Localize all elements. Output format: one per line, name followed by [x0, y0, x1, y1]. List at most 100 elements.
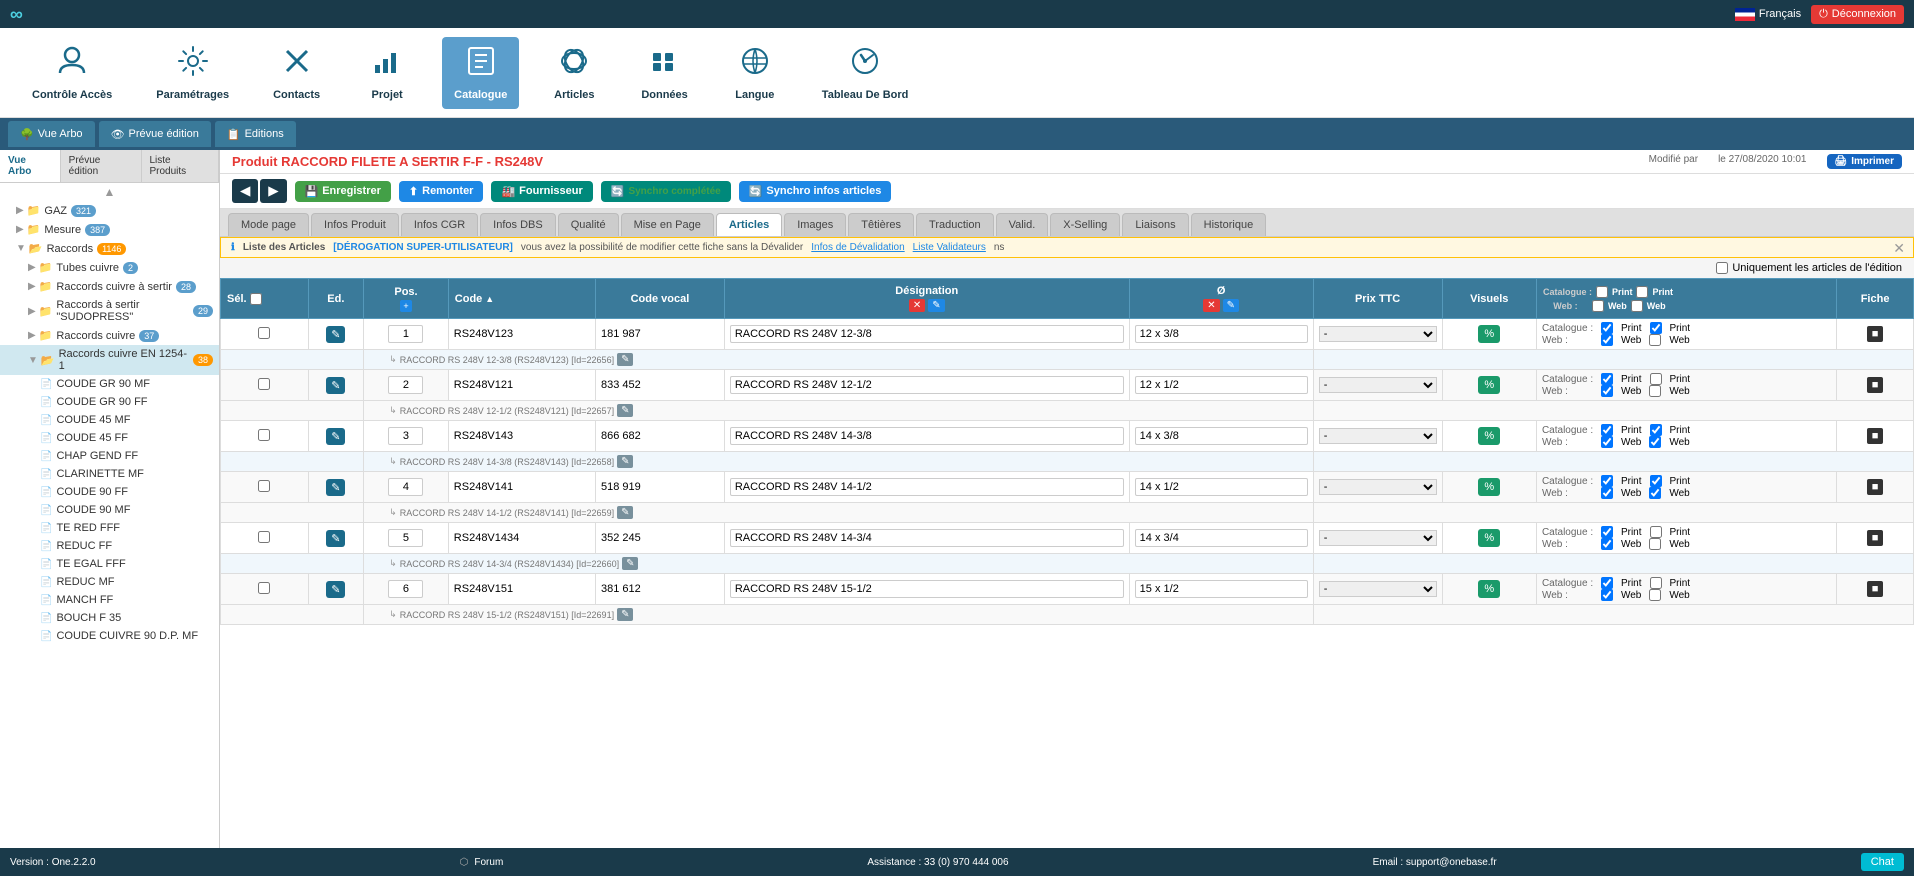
- cat-check-5[interactable]: [1601, 577, 1613, 589]
- tab-articles[interactable]: Articles: [716, 213, 782, 236]
- sidebar-item-coude-gr90-ff[interactable]: 📄 COUDE GR 90 FF: [0, 393, 219, 411]
- sidebar-item-mesure[interactable]: ▶ 📁 Mesure 387: [0, 220, 219, 239]
- synchro-infos-button[interactable]: 🔄 Synchro infos articles: [739, 181, 892, 202]
- tab-historique[interactable]: Historique: [1191, 213, 1267, 236]
- tab-liaisons[interactable]: Liaisons: [1122, 213, 1188, 236]
- nav-projet[interactable]: Projet: [352, 37, 422, 109]
- row-edit-button-5[interactable]: ✎: [326, 581, 345, 598]
- pos-input-0[interactable]: [388, 325, 423, 343]
- nav-articles[interactable]: Articles: [539, 37, 609, 109]
- desig-edit-button[interactable]: ✎: [928, 299, 944, 312]
- sidebar-item-coude-90-mf[interactable]: 📄 COUDE 90 MF: [0, 501, 219, 519]
- web-check-0[interactable]: [1601, 334, 1613, 346]
- prix-select-3[interactable]: -: [1319, 479, 1437, 495]
- desc-edit-button-4[interactable]: ✎: [622, 557, 638, 570]
- sidebar-item-coude-45-ff[interactable]: 📄 COUDE 45 FF: [0, 429, 219, 447]
- sidebar-item-coude-cuivre[interactable]: 📄 COUDE CUIVRE 90 D.P. MF: [0, 627, 219, 645]
- alert-link1[interactable]: Infos de Dévalidation: [811, 242, 904, 253]
- sel-cat-checkbox[interactable]: [1596, 286, 1608, 298]
- pos-input-3[interactable]: [388, 478, 423, 496]
- chat-button[interactable]: Chat: [1861, 853, 1904, 871]
- desig-input-0[interactable]: [730, 325, 1124, 343]
- dim-edit-button[interactable]: ✎: [1223, 299, 1239, 312]
- row-sel-checkbox-5[interactable]: [258, 582, 270, 594]
- alert-link2[interactable]: Liste Validateurs: [913, 242, 986, 253]
- row-sel-checkbox-3[interactable]: [258, 480, 270, 492]
- sidebar-item-clarinette-mf[interactable]: 📄 CLARINETTE MF: [0, 465, 219, 483]
- desc-edit-button-1[interactable]: ✎: [617, 404, 633, 417]
- fournisseur-button[interactable]: 🏭 Fournisseur: [491, 181, 592, 202]
- sidebar-item-raccords-en1254[interactable]: ▼ 📂 Raccords cuivre EN 1254-1 38: [0, 345, 219, 375]
- cat-check-0[interactable]: [1601, 322, 1613, 334]
- row-edit-button-4[interactable]: ✎: [326, 530, 345, 547]
- print1-check-0[interactable]: [1650, 322, 1662, 334]
- sidebar-item-te-egal-fff[interactable]: 📄 TE EGAL FFF: [0, 555, 219, 573]
- sidebar-item-manch-ff[interactable]: 📄 MANCH FF: [0, 591, 219, 609]
- print1-check-1[interactable]: [1650, 373, 1662, 385]
- web-check-5[interactable]: [1601, 589, 1613, 601]
- dim-input-4[interactable]: [1135, 529, 1308, 547]
- nav-donnees[interactable]: Données: [629, 37, 699, 109]
- sidebar-item-coude-gr90-mf[interactable]: 📄 COUDE GR 90 MF: [0, 375, 219, 393]
- desig-input-5[interactable]: [730, 580, 1124, 598]
- tab-prevue-edition[interactable]: 👁 Prévue édition: [99, 121, 211, 147]
- desc-edit-button-0[interactable]: ✎: [617, 353, 633, 366]
- tab-mode-page[interactable]: Mode page: [228, 213, 309, 236]
- sidebar-item-raccords[interactable]: ▼ 📂 Raccords 1146: [0, 239, 219, 258]
- prev-button[interactable]: ◀: [232, 179, 258, 203]
- sel-web2-checkbox[interactable]: [1631, 300, 1643, 312]
- desig-input-1[interactable]: [730, 376, 1124, 394]
- visuels-button-1[interactable]: %: [1478, 376, 1500, 394]
- row-sel-checkbox-0[interactable]: [258, 327, 270, 339]
- fiche-button-5[interactable]: ■: [1867, 581, 1884, 597]
- nav-parametrages[interactable]: Paramétrages: [144, 37, 241, 109]
- pos-add-button[interactable]: +: [400, 300, 411, 312]
- language-selector[interactable]: Français: [1735, 8, 1801, 21]
- remonter-button[interactable]: ⬆ Remonter: [399, 181, 484, 202]
- cat-check-2[interactable]: [1601, 424, 1613, 436]
- sidebar-item-sudopress[interactable]: ▶ 📁 Raccords à sertir "SUDOPRESS" 29: [0, 296, 219, 326]
- nav-catalogue[interactable]: Catalogue: [442, 37, 519, 109]
- tab-tetieres[interactable]: Têtières: [848, 213, 914, 236]
- sidebar-scroll-up[interactable]: ▲: [0, 183, 219, 201]
- dim-remove-button[interactable]: ✕: [1203, 299, 1219, 312]
- only-edition-checkbox[interactable]: [1716, 262, 1728, 274]
- tab-traduction[interactable]: Traduction: [916, 213, 994, 236]
- cat-check-1[interactable]: [1601, 373, 1613, 385]
- visuels-button-4[interactable]: %: [1478, 529, 1500, 547]
- fiche-button-1[interactable]: ■: [1867, 377, 1884, 393]
- nav-contacts[interactable]: Contacts: [261, 37, 332, 109]
- visuels-button-0[interactable]: %: [1478, 325, 1500, 343]
- tab-editions[interactable]: 📋 Editions: [215, 121, 296, 147]
- desig-input-4[interactable]: [730, 529, 1124, 547]
- print1-check-4[interactable]: [1650, 526, 1662, 538]
- sidebar-item-reduc-ff[interactable]: 📄 REDUC FF: [0, 537, 219, 555]
- disconnect-button[interactable]: ⏻ Déconnexion: [1811, 5, 1904, 24]
- tab-mise-en-page[interactable]: Mise en Page: [621, 213, 714, 236]
- sidebar-tab-prevue-edition[interactable]: Prévue édition: [61, 150, 142, 182]
- desig-input-2[interactable]: [730, 427, 1124, 445]
- nav-langue[interactable]: Langue: [720, 37, 790, 109]
- print1-check-3[interactable]: [1650, 475, 1662, 487]
- sidebar-item-chap-gend-ff[interactable]: 📄 CHAP GEND FF: [0, 447, 219, 465]
- sel-web-checkbox[interactable]: [1592, 300, 1604, 312]
- sidebar-item-coude-45-mf[interactable]: 📄 COUDE 45 MF: [0, 411, 219, 429]
- imprimer-button[interactable]: 🖨 Imprimer: [1827, 154, 1903, 169]
- print1-check-2[interactable]: [1650, 424, 1662, 436]
- tab-x-selling[interactable]: X-Selling: [1050, 213, 1120, 236]
- tab-qualite[interactable]: Qualité: [558, 213, 619, 236]
- visuels-button-5[interactable]: %: [1478, 580, 1500, 598]
- print1-check-5[interactable]: [1650, 577, 1662, 589]
- web-check-2[interactable]: [1601, 436, 1613, 448]
- sidebar-item-coude-90-ff[interactable]: 📄 COUDE 90 FF: [0, 483, 219, 501]
- prix-select-1[interactable]: -: [1319, 377, 1437, 393]
- dim-input-3[interactable]: [1135, 478, 1308, 496]
- dim-input-2[interactable]: [1135, 427, 1308, 445]
- row-edit-button-0[interactable]: ✎: [326, 326, 345, 343]
- row-sel-checkbox-1[interactable]: [258, 378, 270, 390]
- pos-input-5[interactable]: [388, 580, 423, 598]
- alert-close-button[interactable]: ✕: [1893, 240, 1905, 257]
- desig-remove-button[interactable]: ✕: [909, 299, 925, 312]
- sidebar-item-tubes-cuivre[interactable]: ▶ 📁 Tubes cuivre 2: [0, 258, 219, 277]
- row-sel-checkbox-4[interactable]: [258, 531, 270, 543]
